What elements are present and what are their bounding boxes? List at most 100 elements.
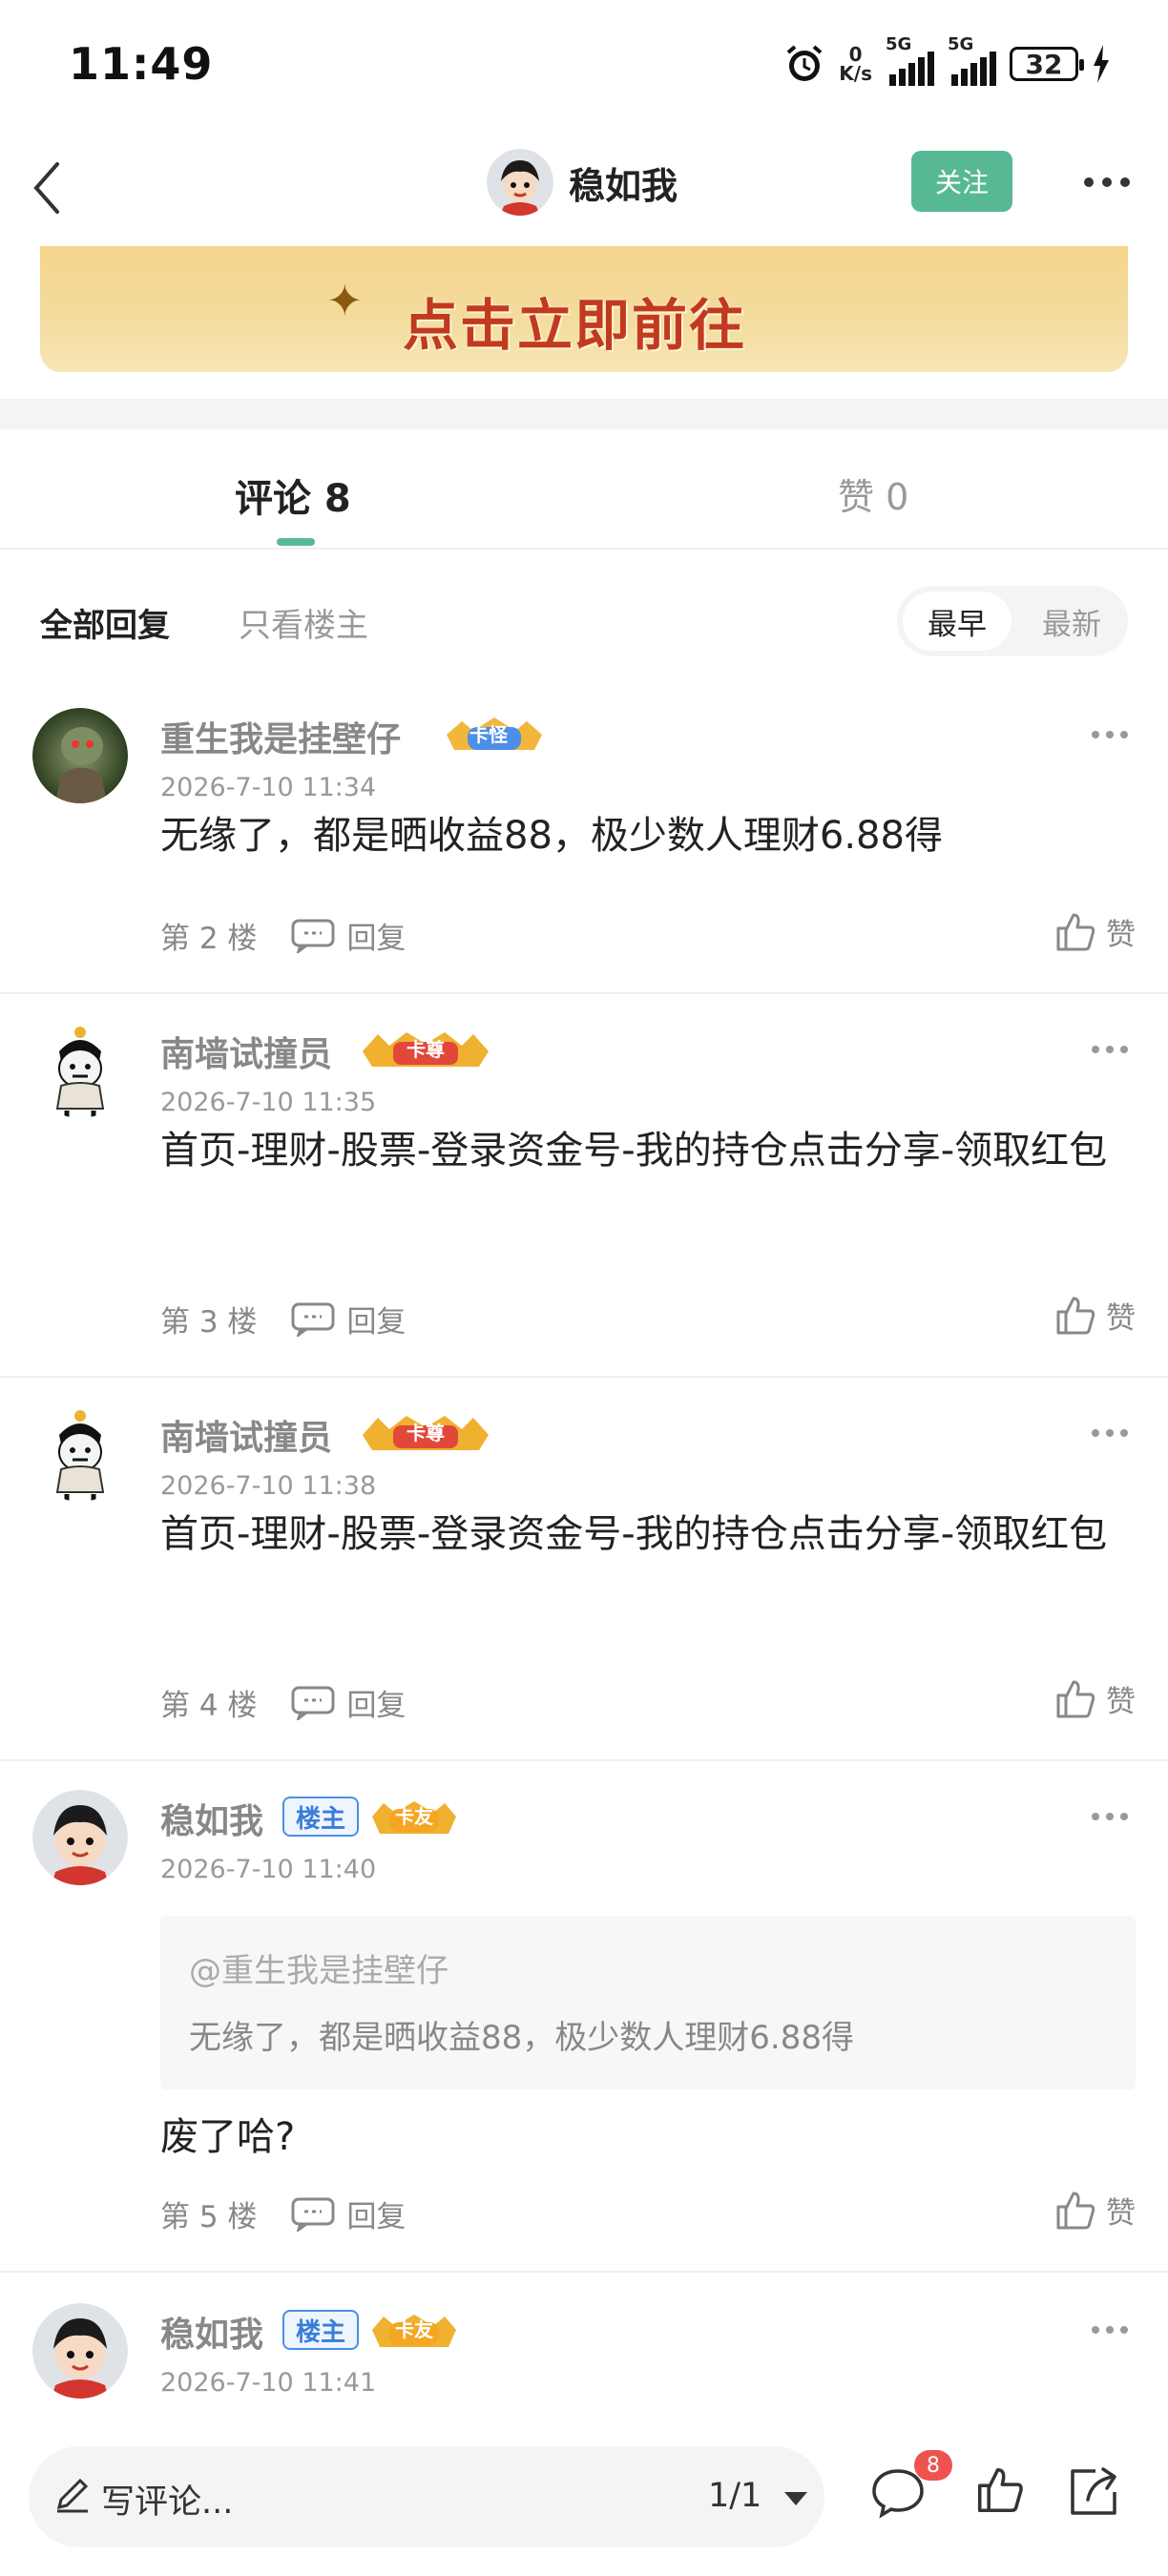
comment-username[interactable]: 南墙试撞员 <box>160 1410 332 1460</box>
avatar[interactable] <box>32 1790 128 1885</box>
avatar[interactable] <box>32 1406 128 1502</box>
promo-banner[interactable]: ✦ 点击立即前往 <box>40 246 1128 372</box>
top-nav: 稳如我 关注 <box>0 134 1168 248</box>
comment-input[interactable]: 写评论... 1/1 <box>29 2446 824 2547</box>
sim1-label: 5G <box>886 34 912 54</box>
reply-icon <box>291 2197 335 2232</box>
level-badge-label: 卡怪 <box>469 723 508 746</box>
floor-number: 第 2 楼 <box>160 922 258 956</box>
comment-item: 稳如我 楼主 卡友 2026-7-10 11:40 @重生我是挂壁仔 无缘了，都… <box>0 1790 1168 2267</box>
filter-all-replies[interactable]: 全部回复 <box>40 599 170 646</box>
quoted-text: 无缘了，都是晒收益88，极少数人理财6.88得 <box>189 2019 854 2057</box>
like-button[interactable]: 赞 <box>1054 1677 1136 1720</box>
reply-label[interactable]: 回复 <box>346 1681 406 1724</box>
host-badge: 楼主 <box>282 1797 360 1837</box>
divider <box>0 1759 1168 1761</box>
tab-likes[interactable]: 赞 0 <box>838 467 908 520</box>
like-label[interactable]: 赞 <box>1106 1677 1136 1720</box>
comment-time: 2026-7-10 11:34 <box>160 773 377 802</box>
filter-bar: 全部回复 只看楼主 最早 最新 <box>0 582 1168 662</box>
comment-text: 首页-理财-股票-登录资金号-我的持仓点击分享-领取红包 <box>160 1129 1108 1173</box>
reply-button[interactable]: 回复 <box>291 1298 406 1340</box>
pen-icon <box>56 2478 89 2513</box>
comment-footer: 第 3 楼 回复 <box>160 1298 406 1340</box>
more-icon[interactable] <box>1084 177 1130 187</box>
like-button[interactable]: 赞 <box>1054 1294 1136 1337</box>
like-button[interactable]: 赞 <box>1054 2189 1136 2232</box>
net-speed-value: 0 <box>848 43 863 66</box>
page-indicator[interactable]: 1/1 <box>708 2477 761 2515</box>
reply-icon <box>291 919 335 953</box>
level-badge-label: 卡友 <box>395 2318 433 2341</box>
comment-username[interactable]: 稳如我 <box>160 2307 263 2357</box>
charging-icon <box>1094 45 1109 83</box>
reply-label[interactable]: 回复 <box>346 1298 406 1340</box>
quoted-user[interactable]: @重生我是挂壁仔 <box>189 1944 448 1991</box>
banner-text[interactable]: 点击立即前往 <box>403 280 746 361</box>
thumb-up-icon <box>1056 2192 1095 2229</box>
like-label[interactable]: 赞 <box>1106 910 1136 953</box>
floor-number: 第 3 楼 <box>160 1305 258 1340</box>
comment-count-badge: 8 <box>914 2450 952 2481</box>
comment-username[interactable]: 南墙试撞员 <box>160 1027 332 1076</box>
section-divider <box>0 399 1168 429</box>
share-icon[interactable] <box>1067 2465 1120 2519</box>
sort-earliest[interactable]: 最早 <box>903 592 1012 651</box>
avatar[interactable] <box>32 2303 128 2399</box>
thumb-up-icon[interactable] <box>975 2465 1025 2515</box>
alarm-icon <box>786 45 823 81</box>
tab-comments[interactable]: 评论 8 <box>235 467 351 523</box>
comment-text: 废了哈? <box>160 2115 296 2159</box>
comment-username[interactable]: 稳如我 <box>160 1794 263 1843</box>
sort-latest[interactable]: 最新 <box>1021 592 1122 651</box>
comment-item: 重生我是挂壁仔 卡怪 2026-7-10 11:34 无缘了，都是晒收益88，极… <box>0 708 1168 994</box>
chevron-down-icon[interactable] <box>784 2492 807 2505</box>
more-icon[interactable] <box>1092 1429 1128 1437</box>
avatar[interactable] <box>32 1023 128 1118</box>
more-icon[interactable] <box>1092 1046 1128 1053</box>
follow-button[interactable]: 关注 <box>911 151 1012 212</box>
tab-indicator <box>277 538 315 546</box>
author-info[interactable]: 稳如我 <box>487 149 678 216</box>
level-badge-label: 卡友 <box>395 1805 433 1828</box>
status-time: 11:49 <box>69 38 214 90</box>
comment-time: 2026-7-10 11:35 <box>160 1088 377 1117</box>
comment-time: 2026-7-10 11:38 <box>160 1471 377 1501</box>
reply-label[interactable]: 回复 <box>346 914 406 957</box>
author-avatar[interactable] <box>487 149 553 216</box>
like-button[interactable]: 赞 <box>1054 910 1136 953</box>
back-icon[interactable] <box>23 155 80 221</box>
sim2-label: 5G <box>948 34 974 54</box>
level-badge-label: 卡尊 <box>407 1038 445 1061</box>
host-badge: 楼主 <box>282 2310 360 2350</box>
reply-button[interactable]: 回复 <box>291 2192 406 2235</box>
thumb-up-icon <box>1056 1680 1095 1717</box>
divider <box>0 992 1168 994</box>
comment-text: 无缘了，都是晒收益88，极少数人理财6.88得 <box>160 814 943 858</box>
avatar[interactable] <box>32 708 128 803</box>
comment-username[interactable]: 重生我是挂壁仔 <box>160 712 401 761</box>
sparkle-icon: ✦ <box>326 275 364 326</box>
comment-item: 南墙试撞员 卡尊 2026-7-10 11:38 首页-理财-股票-登录资金号-… <box>0 1406 1168 1759</box>
bottom-bar: 写评论... 1/1 8 <box>0 2418 1168 2576</box>
reply-button[interactable]: 回复 <box>291 914 406 957</box>
reply-label[interactable]: 回复 <box>346 2192 406 2235</box>
battery-level: 32 <box>1025 48 1063 80</box>
comment-placeholder[interactable]: 写评论... <box>101 2475 233 2524</box>
reply-button[interactable]: 回复 <box>291 1681 406 1724</box>
like-label[interactable]: 赞 <box>1106 2189 1136 2232</box>
net-speed-unit: K/s <box>839 62 872 85</box>
level-badge-label: 卡尊 <box>407 1422 445 1444</box>
filter-host-only[interactable]: 只看楼主 <box>239 599 368 646</box>
reply-icon <box>291 1302 335 1337</box>
quoted-comment[interactable]: @重生我是挂壁仔 无缘了，都是晒收益88，极少数人理财6.88得 <box>160 1916 1136 2089</box>
divider <box>0 1376 1168 1378</box>
like-label[interactable]: 赞 <box>1106 1294 1136 1337</box>
comment-text: 首页-理财-股票-登录资金号-我的持仓点击分享-领取红包 <box>160 1512 1108 1556</box>
more-icon[interactable] <box>1092 1813 1128 1820</box>
author-name[interactable]: 稳如我 <box>569 156 678 209</box>
more-icon[interactable] <box>1092 2326 1128 2334</box>
more-icon[interactable] <box>1092 731 1128 738</box>
tab-bar: 评论 8 赞 0 <box>0 429 1168 550</box>
floor-number: 第 5 楼 <box>160 2200 258 2234</box>
